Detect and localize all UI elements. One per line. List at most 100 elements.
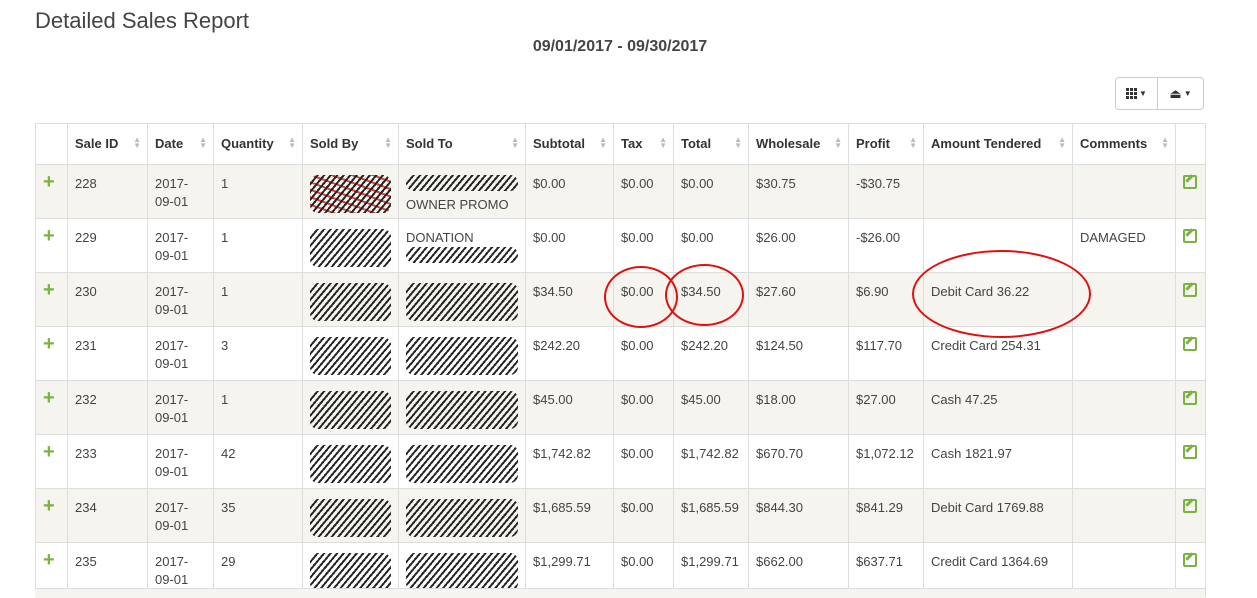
column-header-label: Wholesale bbox=[756, 136, 821, 151]
column-header-tax[interactable]: Tax ▲ ▼ bbox=[613, 123, 674, 165]
tax: $0.00 bbox=[621, 392, 654, 407]
edit-icon[interactable] bbox=[1183, 499, 1197, 513]
profit-cell: $6.90 bbox=[848, 272, 924, 327]
sort-icon[interactable]: ▲ ▼ bbox=[384, 136, 392, 150]
expand-plus-icon[interactable]: + bbox=[43, 225, 55, 247]
column-header-date[interactable]: Date ▲ ▼ bbox=[147, 123, 214, 165]
column-header-sold-by[interactable]: Sold By ▲ ▼ bbox=[302, 123, 399, 165]
amount-tendered: Credit Card 1364.69 bbox=[931, 554, 1049, 569]
amount-tendered-cell: Cash 47.25 bbox=[923, 380, 1073, 435]
sale-id: 235 bbox=[75, 554, 97, 569]
column-header-sale-id[interactable]: Sale ID ▲ ▼ bbox=[67, 123, 148, 165]
sort-icon[interactable]: ▲ ▼ bbox=[199, 136, 207, 150]
column-header-label: Subtotal bbox=[533, 136, 585, 151]
column-header-subtotal[interactable]: Subtotal ▲ ▼ bbox=[525, 123, 614, 165]
expand-plus-icon[interactable]: + bbox=[43, 333, 55, 355]
column-header-sold-to[interactable]: Sold To ▲ ▼ bbox=[398, 123, 526, 165]
edit-icon[interactable] bbox=[1183, 283, 1197, 297]
wholesale-cell: $670.70 bbox=[748, 434, 849, 489]
column-header-total[interactable]: Total ▲ ▼ bbox=[673, 123, 749, 165]
expand-plus-icon[interactable]: + bbox=[43, 279, 55, 301]
subtotal: $1,299.71 bbox=[533, 554, 591, 569]
column-header-profit[interactable]: Profit ▲ ▼ bbox=[848, 123, 924, 165]
redaction-scribble bbox=[310, 445, 391, 483]
sort-icon[interactable]: ▲ ▼ bbox=[511, 136, 519, 150]
column-header-wholesale[interactable]: Wholesale ▲ ▼ bbox=[748, 123, 849, 165]
edit-icon[interactable] bbox=[1183, 445, 1197, 459]
profit: $841.29 bbox=[856, 500, 903, 515]
redaction-scribble bbox=[406, 445, 518, 483]
sort-icon[interactable]: ▲ ▼ bbox=[599, 136, 607, 150]
export-button[interactable]: ⏏ ▼ bbox=[1158, 77, 1204, 110]
amount-tendered: Debit Card 36.22 bbox=[931, 284, 1030, 299]
column-header-label: Comments bbox=[1080, 136, 1148, 151]
tax-cell: $0.00 bbox=[613, 434, 674, 489]
redaction-scribble bbox=[310, 283, 391, 321]
expand-plus-icon[interactable]: + bbox=[43, 549, 55, 571]
sort-icon[interactable]: ▲ ▼ bbox=[659, 136, 667, 150]
date-day: 09-01 bbox=[155, 464, 189, 479]
wholesale: $662.00 bbox=[756, 554, 803, 569]
date-year: 2017- bbox=[155, 500, 189, 515]
expand-plus-icon[interactable]: + bbox=[43, 387, 55, 409]
edit-cell bbox=[1175, 380, 1206, 435]
edit-icon[interactable] bbox=[1183, 175, 1197, 189]
profit: -$30.75 bbox=[856, 176, 901, 191]
sort-icon[interactable]: ▲ ▼ bbox=[909, 136, 917, 150]
total: $1,299.71 bbox=[681, 554, 739, 569]
table-row: +228 2017- 09-01 1 OWNER PROMO $0.00 $0.00 $0.0… bbox=[35, 164, 1206, 219]
subtotal: $0.00 bbox=[533, 176, 566, 191]
column-header-label: Sold By bbox=[310, 136, 359, 151]
redaction-scribble bbox=[406, 391, 518, 429]
profit: $117.70 bbox=[856, 338, 903, 353]
column-header-label: Date bbox=[155, 136, 184, 151]
sort-icon[interactable]: ▲ ▼ bbox=[288, 136, 296, 150]
subtotal-cell: $242.20 bbox=[525, 326, 614, 381]
redaction-scribble bbox=[310, 337, 391, 375]
sale-id-cell: 234 bbox=[67, 488, 148, 543]
columns-toggle-button[interactable]: ▼ bbox=[1115, 77, 1158, 110]
edit-icon[interactable] bbox=[1183, 229, 1197, 243]
date-year: 2017- bbox=[155, 284, 189, 299]
wholesale: $26.00 bbox=[756, 230, 796, 245]
sort-icon[interactable]: ▲ ▼ bbox=[734, 136, 742, 150]
caret-down-icon: ▼ bbox=[1183, 89, 1192, 98]
subtotal: $45.00 bbox=[533, 392, 573, 407]
column-header-amount-tendered[interactable]: Amount Tendered ▲ ▼ bbox=[923, 123, 1073, 165]
expand-plus-icon[interactable]: + bbox=[43, 171, 55, 193]
wholesale: $18.00 bbox=[756, 392, 796, 407]
sort-icon[interactable]: ▲ ▼ bbox=[1058, 136, 1066, 150]
expand-cell: + bbox=[35, 380, 68, 435]
comments-cell bbox=[1072, 326, 1176, 381]
profit: $1,072.12 bbox=[856, 446, 914, 461]
comments-cell bbox=[1072, 164, 1176, 219]
comments-cell bbox=[1072, 272, 1176, 327]
profit-cell: $1,072.12 bbox=[848, 434, 924, 489]
tax: $0.00 bbox=[621, 554, 654, 569]
edit-cell bbox=[1175, 488, 1206, 543]
sold-to-cell bbox=[398, 434, 526, 489]
date-day: 09-01 bbox=[155, 194, 189, 209]
date-day: 09-01 bbox=[155, 248, 189, 263]
sort-icon[interactable]: ▲ ▼ bbox=[1161, 136, 1169, 150]
expand-plus-icon[interactable]: + bbox=[43, 441, 55, 463]
wholesale-cell: $30.75 bbox=[748, 164, 849, 219]
subtotal: $34.50 bbox=[533, 284, 573, 299]
sort-icon[interactable]: ▲ ▼ bbox=[834, 136, 842, 150]
profit-cell: $27.00 bbox=[848, 380, 924, 435]
quantity-cell: 1 bbox=[213, 272, 303, 327]
sale-id-cell: 232 bbox=[67, 380, 148, 435]
tax: $0.00 bbox=[621, 338, 654, 353]
sort-icon[interactable]: ▲ ▼ bbox=[133, 136, 141, 150]
grid-icon bbox=[1126, 88, 1138, 99]
expand-plus-icon[interactable]: + bbox=[43, 495, 55, 517]
total: $1,685.59 bbox=[681, 500, 739, 515]
edit-icon[interactable] bbox=[1183, 337, 1197, 351]
sold-by-cell bbox=[302, 218, 399, 273]
table-row: +233 2017- 09-01 42 $1,742.82 $0.00 $1,742.82 $… bbox=[35, 434, 1206, 489]
edit-icon[interactable] bbox=[1183, 553, 1197, 567]
wholesale: $27.60 bbox=[756, 284, 796, 299]
column-header-quantity[interactable]: Quantity ▲ ▼ bbox=[213, 123, 303, 165]
column-header-comments[interactable]: Comments ▲ ▼ bbox=[1072, 123, 1176, 165]
edit-icon[interactable] bbox=[1183, 391, 1197, 405]
